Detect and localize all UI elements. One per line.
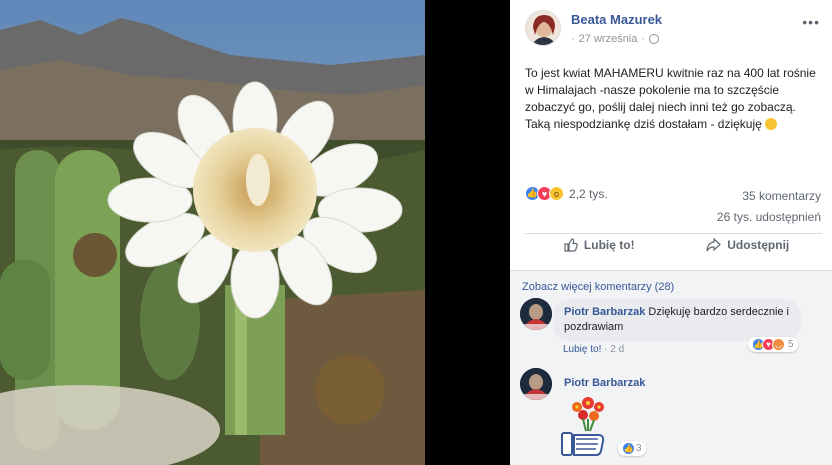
comment-reaction-count: 3 bbox=[636, 443, 642, 454]
post-date[interactable]: 27 września bbox=[579, 33, 638, 45]
post-sidebar: Beata Mazurek · 27 września · ••• To jes… bbox=[510, 0, 832, 465]
like-with-flowers-sticker[interactable] bbox=[558, 391, 618, 461]
post-meta: · 27 września · bbox=[571, 33, 662, 45]
comment-count[interactable]: 35 komentarzy bbox=[717, 186, 821, 207]
comments-section: Zobacz więcej komentarzy (28) Piotr Barb… bbox=[510, 270, 832, 465]
author-block: Beata Mazurek · 27 września · bbox=[571, 12, 662, 45]
cactus-flower-image bbox=[0, 0, 425, 465]
see-more-comments-link[interactable]: Zobacz więcej komentarzy (28) bbox=[522, 281, 674, 293]
author-name[interactable]: Beata Mazurek bbox=[571, 12, 662, 27]
post-header: Beata Mazurek · 27 września · bbox=[525, 10, 662, 46]
post-text: To jest kwiat MAHAMERU kwitnie raz na 40… bbox=[525, 65, 820, 133]
smiling-face-icon bbox=[765, 118, 778, 130]
share-count[interactable]: 26 tys. udostępnień bbox=[717, 207, 821, 228]
more-options-icon[interactable]: ••• bbox=[802, 14, 820, 30]
comment-actions: Lubię to! · 2 d bbox=[563, 344, 625, 355]
like-icon: 👍 bbox=[622, 442, 635, 455]
comment-reactions[interactable]: 👍 ♥ ◡ 5 bbox=[748, 337, 798, 352]
comment-time[interactable]: 2 d bbox=[610, 344, 624, 355]
comment-like-link[interactable]: Lubię to! bbox=[563, 344, 601, 355]
share-arrow-icon bbox=[706, 238, 722, 252]
like-button[interactable]: Lubię to! bbox=[525, 238, 674, 252]
share-button-label: Udostępnij bbox=[727, 238, 790, 252]
author-avatar[interactable] bbox=[525, 10, 561, 46]
comment-reactions[interactable]: 👍 3 bbox=[618, 441, 646, 456]
engagement-counts: 35 komentarzy 26 tys. udostępnień bbox=[717, 186, 821, 228]
wow-icon: o bbox=[549, 186, 564, 201]
photo-viewer-backdrop bbox=[425, 0, 510, 465]
post-actions: Lubię to! Udostępnij bbox=[525, 238, 822, 252]
comment-author[interactable]: Piotr Barbarzak bbox=[564, 306, 645, 318]
comment-reaction-count: 5 bbox=[788, 339, 794, 350]
reaction-count: 2,2 tys. bbox=[569, 186, 608, 201]
globe-icon bbox=[649, 34, 660, 44]
like-button-label: Lubię to! bbox=[583, 238, 635, 252]
share-button[interactable]: Udostępnij bbox=[674, 238, 823, 252]
comment-author[interactable]: Piotr Barbarzak bbox=[564, 377, 645, 389]
commenter-avatar[interactable] bbox=[520, 298, 552, 330]
commenter-avatar[interactable] bbox=[520, 368, 552, 400]
comment-bubble: Piotr Barbarzak Dziękuję bardzo serdeczn… bbox=[553, 299, 801, 341]
thumbs-up-icon bbox=[564, 238, 578, 252]
haha-icon: ◡ bbox=[772, 338, 785, 351]
post-stats: 👍 ♥ o 2,2 tys. 35 komentarzy 26 tys. udo… bbox=[525, 186, 821, 224]
divider bbox=[525, 233, 822, 234]
